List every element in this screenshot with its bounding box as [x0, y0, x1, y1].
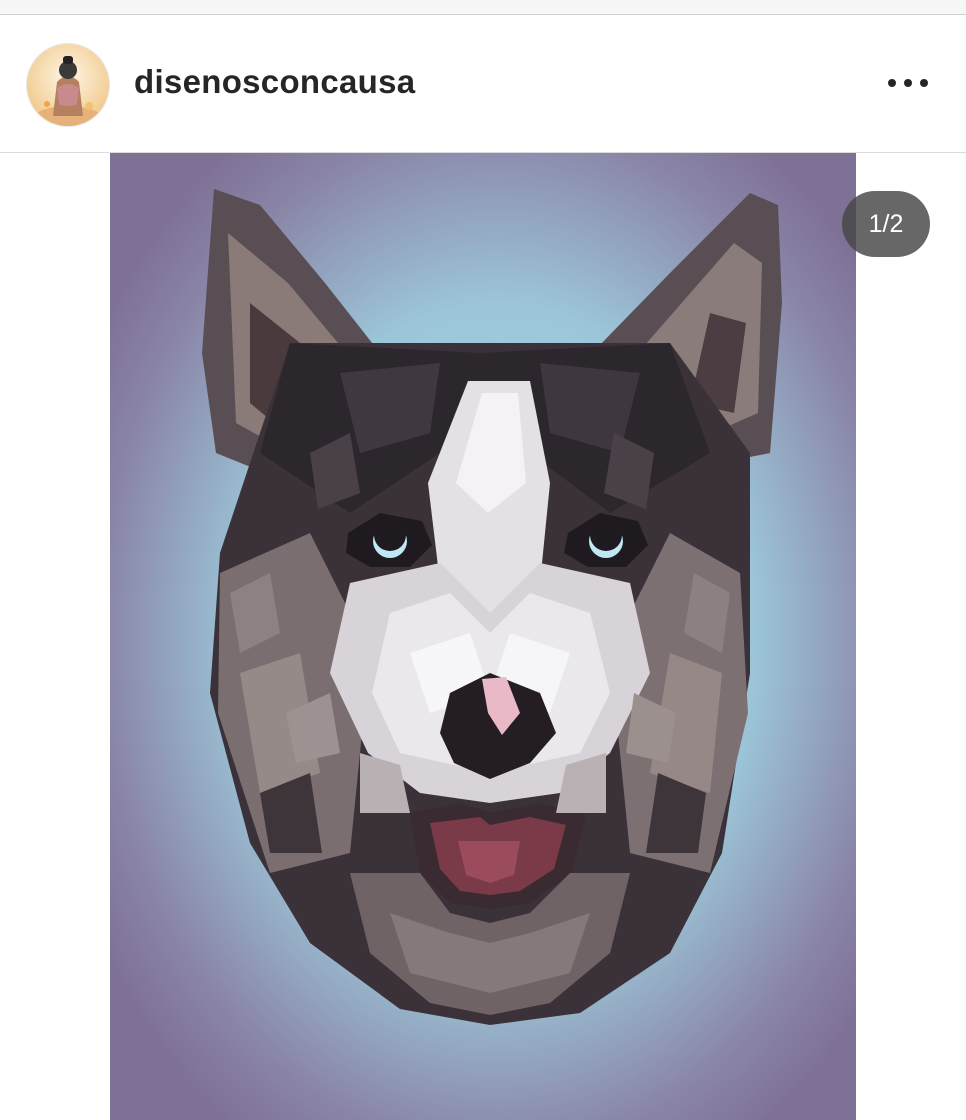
more-dot: [904, 79, 912, 87]
username-link[interactable]: disenosconcausa: [134, 63, 415, 101]
more-dot: [888, 79, 896, 87]
avatar-image: [27, 44, 109, 126]
post-media-area[interactable]: 1/2: [0, 153, 966, 1120]
more-dot: [920, 79, 928, 87]
post-header: disenosconcausa: [0, 15, 966, 153]
top-strip: [0, 0, 966, 15]
avatar[interactable]: [26, 43, 110, 127]
more-options-icon[interactable]: [888, 71, 928, 95]
husky-lowpoly-illustration: [110, 153, 856, 1120]
post-image[interactable]: [110, 153, 856, 1120]
carousel-counter-badge: 1/2: [842, 191, 930, 257]
